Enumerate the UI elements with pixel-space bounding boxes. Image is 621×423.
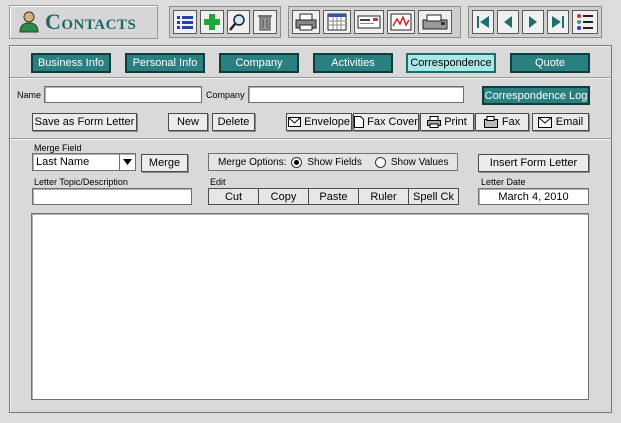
toolbar-group-output [288,6,461,38]
insert-form-letter-button[interactable]: Insert Form Letter [478,154,589,172]
merge-field-value: Last Name [36,156,90,168]
fax-small-icon [483,116,498,128]
fax-cover-button[interactable]: Fax Cover [353,113,419,131]
tab-label: Business Info [37,57,105,69]
button-label: Correspondence Log [484,89,588,102]
printer-icon[interactable] [292,10,320,34]
button-label: Envelope [304,116,350,128]
name-label: Name [17,90,42,100]
add-icon[interactable] [199,10,224,34]
toolbar-group-navigation [468,6,602,38]
paste-button[interactable]: Paste [309,188,359,205]
merge-field-select[interactable]: Last Name [32,153,136,171]
copy-button[interactable]: Copy [259,188,309,205]
divider [10,138,611,140]
show-fields-label: Show Fields [307,156,362,168]
calendar-icon[interactable] [323,10,351,34]
chevron-down-icon [119,154,135,170]
button-label: Save as Form Letter [34,116,135,128]
company-label: Company [206,90,245,100]
app-title: Contacts [45,9,137,34]
tab-business-info[interactable]: Business Info [31,53,111,73]
button-label: Delete [217,116,250,128]
card-icon[interactable] [354,10,384,34]
person-icon [19,11,39,33]
show-fields-radio[interactable] [291,156,303,168]
new-button[interactable]: New [168,113,208,131]
fax-button[interactable]: Fax [475,113,529,131]
tab-activities[interactable]: Activities [313,53,393,73]
merge-button[interactable]: Merge [141,154,188,172]
list-view-icon[interactable] [572,10,598,34]
toolbar-group-records [169,6,281,38]
letter-date-input[interactable]: March 4, 2010 [478,188,589,205]
tab-correspondence[interactable]: Correspondence [406,53,496,73]
tab-label: Quote [535,57,565,69]
next-record-icon[interactable] [522,10,545,34]
letter-topic-input[interactable] [32,188,192,205]
correspondence-log-button[interactable]: Correspondence Log [482,86,590,105]
print-button[interactable]: Print [420,113,474,131]
app-title-box: Contacts [9,5,158,39]
spell-check-button[interactable]: Spell Ck [409,188,459,205]
button-label: Merge [148,157,181,169]
button-label: Email [555,116,584,128]
report-icon[interactable] [387,10,415,34]
button-label: New [176,116,199,128]
button-label: Print [444,116,467,128]
search-icon[interactable] [226,10,251,34]
merge-options-label: Merge Options: [218,156,287,168]
tab-personal-info[interactable]: Personal Info [125,53,205,73]
first-record-icon[interactable] [472,10,495,34]
email-button[interactable]: Email [532,113,589,131]
tab-quote[interactable]: Quote [510,53,590,73]
button-label: Fax Cover [367,116,418,128]
envelope-button[interactable]: Envelope [286,113,352,131]
edit-label: Edit [210,177,226,187]
tab-label: Correspondence [410,57,492,69]
cut-button[interactable]: Cut [208,188,259,205]
document-icon [354,116,365,128]
delete-button[interactable]: Delete [212,113,255,131]
letter-date-label: Letter Date [481,177,526,187]
tab-label: Personal Info [132,57,198,69]
button-label: Fax [501,116,521,128]
show-values-radio[interactable] [374,156,386,168]
printer-small-icon [427,116,442,128]
trash-icon[interactable] [253,10,277,34]
divider [10,77,611,79]
letter-topic-label: Letter Topic/Description [34,177,128,187]
envelope-icon [288,117,302,127]
previous-record-icon[interactable] [497,10,520,34]
letter-body-textarea[interactable] [31,213,589,400]
list-icon[interactable] [173,10,197,34]
fax-machine-icon[interactable] [418,10,452,34]
show-values-label: Show Values [390,156,449,168]
button-label: Insert Form Letter [489,157,578,169]
tab-company[interactable]: Company [219,53,299,73]
tab-label: Activities [331,57,375,69]
last-record-icon[interactable] [547,10,570,34]
tab-label: Company [235,57,283,69]
company-input[interactable] [248,86,464,103]
merge-options-group: Merge Options: Show Fields Show Values [208,153,458,171]
save-form-letter-button[interactable]: Save as Form Letter [32,113,137,131]
ruler-button[interactable]: Ruler [359,188,409,205]
merge-field-label: Merge Field [34,143,82,153]
email-icon [537,116,552,128]
name-input[interactable] [44,86,202,103]
